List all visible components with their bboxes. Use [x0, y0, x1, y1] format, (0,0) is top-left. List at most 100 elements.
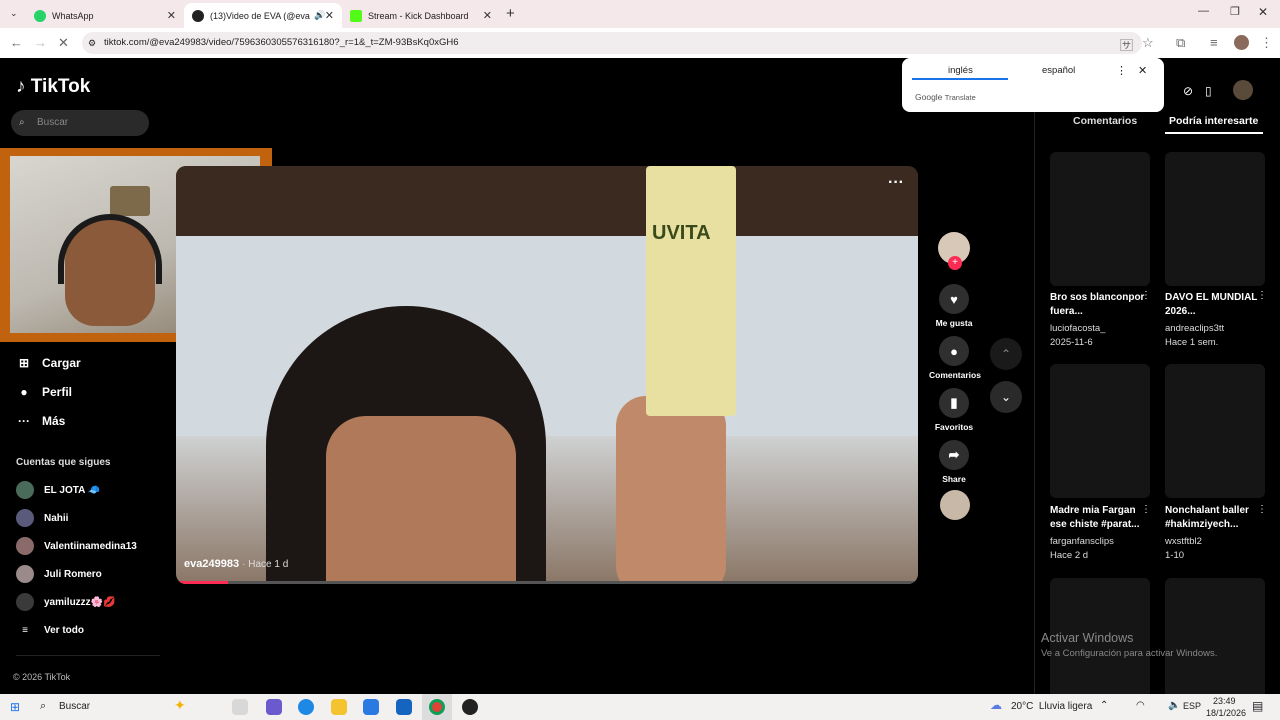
browser-tab-strip: ⌄ WhatsApp ✕ (13)Video de EVA (@eva24 🔊 … — [0, 0, 1280, 28]
translate-icon[interactable]: 🈂 — [1120, 35, 1133, 54]
task-view-icon[interactable] — [232, 699, 248, 715]
forward-icon[interactable]: → — [34, 35, 47, 50]
progress-track[interactable] — [176, 581, 918, 584]
back-icon[interactable]: ← — [10, 35, 23, 50]
taskbar-search[interactable]: ⌕ Buscar ✦ — [34, 697, 220, 717]
volume-icon[interactable]: 🔈 — [1168, 700, 1180, 711]
prev-video-button[interactable]: ⌃ — [990, 338, 1022, 370]
suggestion-title[interactable]: DAVO EL MUNDIAL 2026... — [1165, 291, 1260, 319]
avatar — [16, 481, 34, 499]
minimize-icon[interactable]: — — [1198, 5, 1209, 17]
search-input[interactable]: ⌕ Buscar — [11, 110, 149, 136]
user-avatar[interactable] — [1233, 80, 1253, 100]
extensions-icon[interactable]: ⧉ — [1176, 35, 1185, 51]
menu-icon[interactable]: ⋮ — [1260, 35, 1273, 51]
see-all-link[interactable]: ≡ Ver todo — [16, 625, 84, 636]
avatar — [16, 537, 34, 555]
suggestion-title[interactable]: Nonchalant baller #hakimziyech... — [1165, 504, 1260, 532]
restore-icon[interactable]: ❐ — [1230, 5, 1240, 18]
nav-more[interactable]: ··· Más — [16, 414, 65, 428]
nav-profile[interactable]: ● Perfil — [16, 385, 72, 399]
tab-whatsapp[interactable]: WhatsApp ✕ — [26, 3, 184, 28]
suggestion-thumbnail[interactable] — [1165, 364, 1265, 498]
tab-suggested[interactable]: Podría interesarte — [1169, 115, 1258, 127]
app-icon[interactable] — [462, 699, 478, 715]
close-icon[interactable]: ✕ — [167, 9, 176, 22]
juice-carton: UVITA — [646, 166, 736, 416]
tab-comments[interactable]: Comentarios — [1073, 115, 1137, 127]
chrome-taskbar-button[interactable] — [422, 694, 452, 720]
language-indicator[interactable]: ESP — [1183, 701, 1201, 711]
following-item[interactable]: Valentiinamedina13 — [16, 537, 137, 555]
site-info-icon[interactable]: ⚙ — [88, 32, 96, 54]
suggestion-menu-icon[interactable]: ⋮ — [1257, 290, 1267, 301]
share-button[interactable]: ➦ Share — [929, 440, 979, 484]
store-icon[interactable] — [363, 699, 379, 715]
notification-icon[interactable]: ▤ — [1252, 699, 1263, 713]
speaker-icon[interactable]: 🔊 — [314, 10, 325, 21]
headphones — [58, 214, 162, 284]
comment-icon: ● — [939, 336, 969, 366]
start-icon[interactable]: ⊞ — [10, 700, 20, 714]
suggestion-title[interactable]: Madre mia Fargan ese chiste #parat... — [1050, 504, 1145, 532]
tiktok-note-icon: ♪ — [16, 76, 26, 97]
creator-avatar[interactable]: + — [938, 232, 970, 270]
suggestion-title[interactable]: Bro sos blanconpor fuera... — [1050, 291, 1145, 319]
stop-icon[interactable]: ✕ — [58, 35, 69, 51]
tray-chevron-icon[interactable]: ⌃ — [1100, 700, 1108, 711]
following-item[interactable]: yamiluzzz🌸💋 — [16, 593, 116, 611]
translate-options-icon[interactable]: ⋮ — [1116, 64, 1127, 77]
nav-upload[interactable]: ⊞ Cargar — [16, 356, 81, 370]
close-icon[interactable]: ✕ — [325, 9, 334, 22]
window-close-icon[interactable]: ✕ — [1258, 5, 1268, 19]
bookmark-star-icon[interactable]: ☆ — [1142, 35, 1154, 51]
tab-search-icon[interactable]: ⌄ — [10, 8, 18, 19]
suggestion-thumbnail[interactable] — [1165, 578, 1265, 694]
network-icon[interactable]: ◠ — [1136, 700, 1145, 711]
suggestion-menu-icon[interactable]: ⋮ — [1141, 504, 1151, 515]
suggestion-author: wxstftbl2 — [1165, 536, 1202, 547]
suggestion-date: 2025-11-6 — [1050, 337, 1093, 348]
avatar — [16, 565, 34, 583]
suggestion-menu-icon[interactable]: ⋮ — [1257, 504, 1267, 515]
suggestion-menu-icon[interactable]: ⋮ — [1141, 290, 1151, 301]
device-icon[interactable]: ▯ — [1205, 84, 1212, 98]
file-explorer-icon[interactable] — [331, 699, 347, 715]
close-icon[interactable]: ✕ — [483, 9, 492, 22]
inbox-icon[interactable]: ⊘ — [1183, 84, 1193, 98]
tab-kick[interactable]: Stream - Kick Dashboard ✕ — [342, 3, 500, 28]
sound-avatar[interactable] — [940, 490, 970, 520]
lang-tab-underline — [912, 78, 1008, 80]
edge-icon[interactable] — [298, 699, 314, 715]
favorites-button[interactable]: ▮ Favoritos — [929, 388, 979, 432]
url-field[interactable]: ⚙ tiktok.com/@eva249983/video/7596360305… — [82, 32, 1142, 54]
profile-avatar[interactable] — [1234, 35, 1249, 50]
clock-time[interactable]: 23:49 — [1213, 696, 1236, 706]
lang-to-tab[interactable]: español — [1042, 65, 1075, 76]
new-tab-icon[interactable]: + — [506, 5, 515, 22]
activate-windows-subtitle: Ve a Configuración para activar Windows. — [1041, 648, 1218, 659]
suggestion-thumbnail[interactable] — [1050, 152, 1150, 286]
tab-tiktok[interactable]: (13)Video de EVA (@eva24 🔊 ✕ — [184, 3, 342, 28]
next-video-button[interactable]: ⌄ — [990, 381, 1022, 413]
following-item[interactable]: Nahii — [16, 509, 68, 527]
suggestion-thumbnail[interactable] — [1050, 364, 1150, 498]
comments-button[interactable]: ● Comentarios — [929, 336, 981, 380]
media-icon[interactable]: ≡ — [1210, 35, 1218, 50]
more-options-icon[interactable]: ··· — [888, 174, 904, 192]
copilot-icon[interactable] — [266, 699, 282, 715]
follow-plus-icon[interactable]: + — [948, 256, 962, 270]
mail-icon[interactable] — [396, 699, 412, 715]
upload-icon: ⊞ — [18, 356, 30, 370]
like-button[interactable]: ♥ Me gusta — [929, 284, 979, 328]
following-item[interactable]: Juli Romero — [16, 565, 102, 583]
lang-from-tab[interactable]: inglés — [948, 65, 973, 76]
clock-date[interactable]: 18/1/2026 — [1206, 708, 1246, 718]
translate-close-icon[interactable]: ✕ — [1138, 64, 1147, 77]
following-item[interactable]: EL JOTA 🧢 — [16, 481, 100, 499]
suggestion-thumbnail[interactable] — [1165, 152, 1265, 286]
video-author[interactable]: eva249983 — [184, 558, 239, 570]
weather-text[interactable]: 20°C Lluvia ligera — [1011, 701, 1092, 712]
tiktok-logo[interactable]: ♪ TikTok — [16, 76, 90, 98]
video-player[interactable]: UVITA ··· eva249983 · Hace 1 d — [176, 166, 918, 584]
